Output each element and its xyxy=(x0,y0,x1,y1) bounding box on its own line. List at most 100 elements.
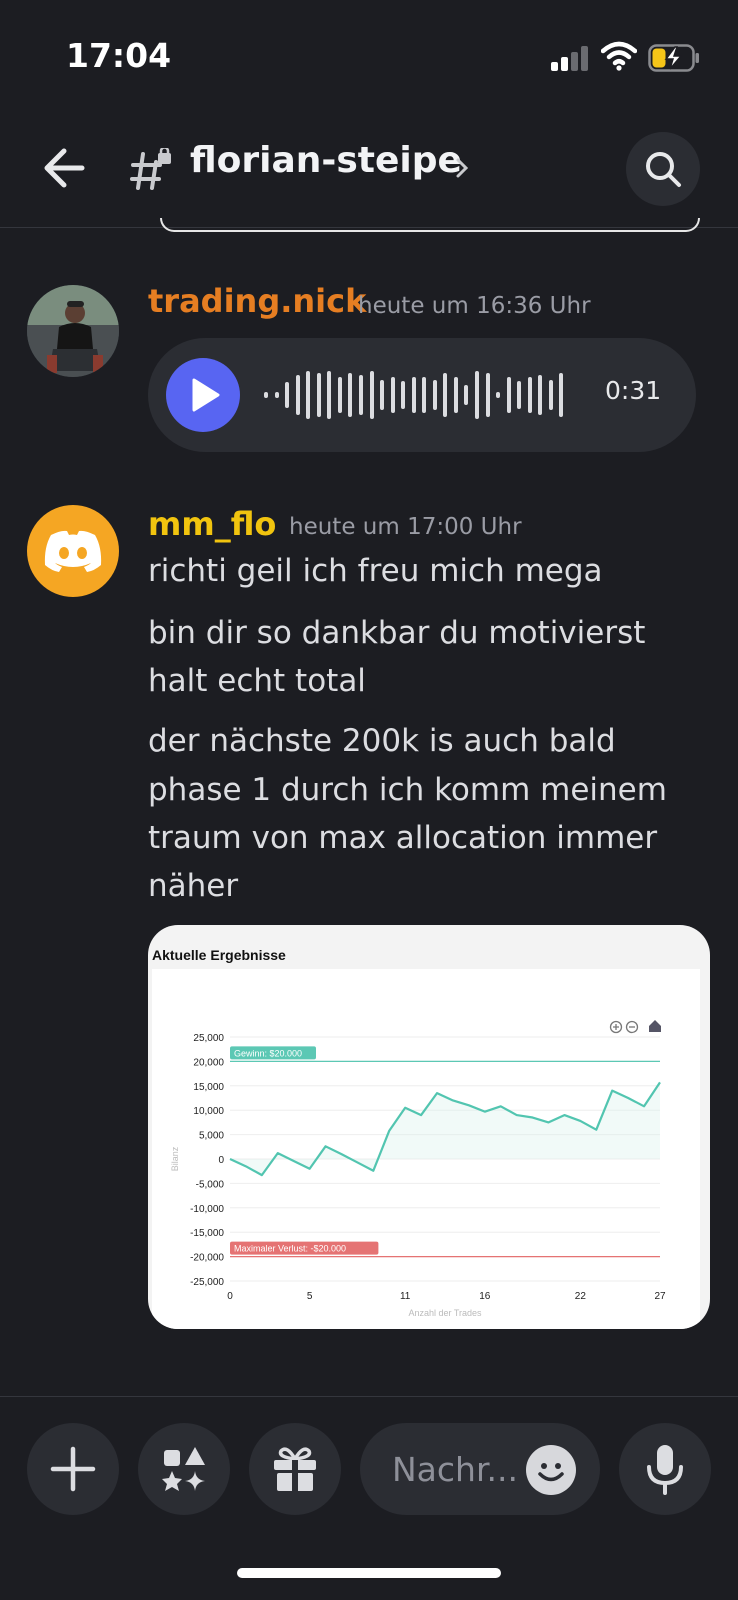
username[interactable]: trading.nick xyxy=(148,282,366,320)
waveform-bar xyxy=(274,392,279,398)
waveform-bar xyxy=(527,377,532,413)
message-text: phase 1 durch ich komm meinem xyxy=(148,772,667,808)
message-text: der nächste 200k is auch bald xyxy=(148,723,616,759)
message-text: halt echt total xyxy=(148,663,366,699)
y-tick-label: -15,000 xyxy=(190,1228,224,1239)
battery-charging-icon xyxy=(648,44,699,72)
waveform-bar xyxy=(306,371,311,419)
chart-card: 25,000 20,000 15,000 10,000 5,000 0 -5,000 -10,… xyxy=(152,969,700,1329)
chart-title: Aktuelle Ergebnisse xyxy=(152,947,286,963)
user-photo-avatar xyxy=(27,285,119,377)
waveform-bar xyxy=(327,371,332,419)
avatar[interactable] xyxy=(27,285,119,377)
x-tick-label: 16 xyxy=(479,1291,491,1302)
message-text: richti geil ich freu mich mega xyxy=(148,553,603,589)
y-tick-label: 15,000 xyxy=(193,1082,224,1093)
smiley-face-icon xyxy=(538,1463,564,1482)
waveform-bar xyxy=(422,377,427,413)
waveform-bar xyxy=(506,377,511,413)
message-text: traum von max allocation immer xyxy=(148,820,658,856)
add-attachment-button[interactable] xyxy=(27,1423,119,1515)
apps-icon xyxy=(162,1447,205,1491)
microphone-icon xyxy=(647,1445,683,1495)
wifi-icon xyxy=(601,41,637,71)
waveform-bar xyxy=(432,380,437,410)
max-loss-label: Maximaler Verlust: -$20.000 xyxy=(234,1244,346,1254)
x-tick-label: 27 xyxy=(654,1291,666,1302)
message-text: bin dir so dankbar du motivierst xyxy=(148,615,646,651)
x-tick-label: 11 xyxy=(400,1291,411,1302)
waveform-bar xyxy=(475,371,480,419)
waveform-bar xyxy=(337,377,342,413)
profit-target-label: Gewinn: $20.000 xyxy=(234,1048,302,1058)
previous-message-edge xyxy=(160,218,700,232)
waveform-bar xyxy=(453,377,458,413)
waveform-bar xyxy=(538,375,543,415)
waveform-bar xyxy=(358,375,363,415)
discord-logo-icon xyxy=(44,530,102,572)
status-bar: 17:04 xyxy=(0,0,738,118)
image-attachment[interactable]: Aktuelle Ergebnisse 25,000 20,000 15,000 10… xyxy=(148,925,710,1329)
apps-button[interactable] xyxy=(138,1423,230,1515)
voice-duration: 0:31 xyxy=(605,376,662,405)
search-button[interactable] xyxy=(626,132,700,206)
y-tick-label: 20,000 xyxy=(193,1057,224,1068)
x-tick-label: 5 xyxy=(307,1291,313,1302)
zoom-in-icon xyxy=(613,1024,619,1030)
results-line-chart: 25,000 20,000 15,000 10,000 5,000 0 -5,000 -10,… xyxy=(170,1020,666,1318)
voice-record-button[interactable] xyxy=(619,1423,711,1515)
waveform-bar xyxy=(348,373,353,417)
plus-icon xyxy=(50,1446,96,1492)
message-text: näher xyxy=(148,868,239,904)
play-button[interactable] xyxy=(166,358,240,432)
home-indicator xyxy=(237,1568,501,1578)
avatar[interactable] xyxy=(27,505,119,597)
search-icon xyxy=(646,152,681,187)
home-icon xyxy=(649,1020,661,1032)
waveform-bar xyxy=(295,375,300,415)
y-tick-label: 25,000 xyxy=(193,1033,224,1044)
x-tick-label: 0 xyxy=(227,1291,233,1302)
y-tick-label: 10,000 xyxy=(193,1106,224,1117)
waveform-bar xyxy=(285,382,290,408)
status-time: 17:04 xyxy=(66,36,172,75)
y-tick-label: -5,000 xyxy=(196,1179,225,1190)
chevron-right-icon[interactable] xyxy=(452,154,472,182)
message-timestamp: heute um 17:00 Uhr xyxy=(289,514,522,540)
waveform-bar xyxy=(496,392,501,398)
waveform-bar xyxy=(401,381,406,409)
waveform-bar xyxy=(485,373,490,417)
x-tick-label: 22 xyxy=(575,1291,587,1302)
waveform-bar xyxy=(517,381,522,409)
audio-waveform[interactable] xyxy=(264,362,570,428)
username[interactable]: mm_flo xyxy=(148,505,276,543)
x-axis-title: Anzahl der Trades xyxy=(408,1308,482,1318)
message-timestamp: heute um 16:36 Uhr xyxy=(358,293,591,319)
waveform-bar xyxy=(390,377,395,413)
waveform-bar xyxy=(411,377,416,413)
waveform-bar xyxy=(443,373,448,417)
y-tick-label: 0 xyxy=(218,1155,224,1166)
waveform-bar xyxy=(464,385,469,405)
channel-header: florian-steipe xyxy=(0,118,738,228)
play-icon xyxy=(192,378,220,412)
waveform-bar xyxy=(316,373,321,417)
waveform-bar xyxy=(559,373,564,417)
cellular-signal-icon xyxy=(551,45,591,71)
locked-hashtag-icon xyxy=(130,148,171,190)
y-tick-label: 5,000 xyxy=(199,1131,224,1142)
gift-button[interactable] xyxy=(249,1423,341,1515)
waveform-bar xyxy=(369,371,374,419)
waveform-bar xyxy=(264,392,268,398)
emoji-button[interactable] xyxy=(526,1445,576,1495)
back-arrow-icon[interactable] xyxy=(38,140,94,196)
gift-icon xyxy=(274,1447,316,1491)
waveform-bar xyxy=(548,380,553,410)
y-axis-title: Bilanz xyxy=(170,1146,180,1171)
waveform-bar xyxy=(380,380,385,410)
y-tick-label: -25,000 xyxy=(190,1277,224,1288)
voice-message-player: 0:31 xyxy=(148,338,696,452)
y-tick-label: -10,000 xyxy=(190,1204,224,1215)
y-tick-label: -20,000 xyxy=(190,1253,224,1264)
channel-name[interactable]: florian-steipe xyxy=(190,140,462,181)
